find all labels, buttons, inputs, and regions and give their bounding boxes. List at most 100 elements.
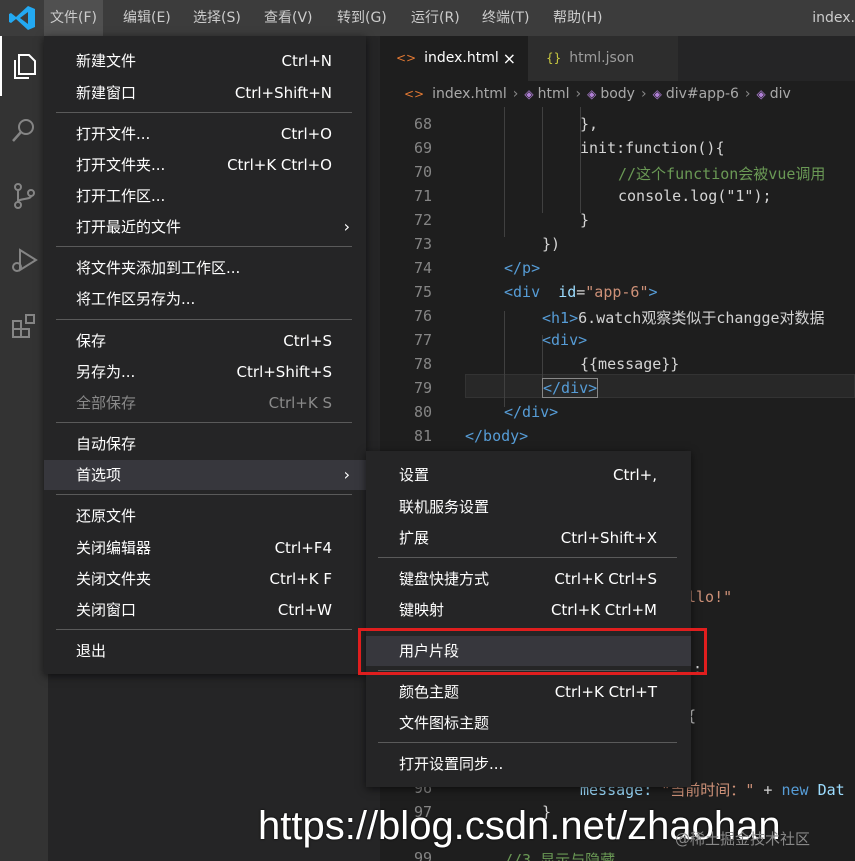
code-line: }) xyxy=(542,235,561,253)
line-number: 78 xyxy=(413,355,432,373)
menu-selection[interactable]: 选择(S) xyxy=(187,0,247,36)
chevron-right-icon: › xyxy=(343,217,350,236)
line-number: 68 xyxy=(413,115,432,133)
search-icon[interactable] xyxy=(10,116,38,144)
chevron-right-icon: › xyxy=(640,86,647,102)
menu-item-open-workspace[interactable]: 打开工作区... xyxy=(44,181,366,211)
menu-item-close-editor[interactable]: 关闭编辑器 Ctrl+F4 xyxy=(44,533,366,563)
cube-icon: ◈ xyxy=(756,87,766,101)
menu-item-close-window[interactable]: 关闭窗口 Ctrl+W xyxy=(44,595,366,625)
line-number: 70 xyxy=(413,163,432,181)
code-line: console.log("1"); xyxy=(618,187,772,205)
menu-item-online-services-settings[interactable]: 联机服务设置 xyxy=(366,492,691,522)
code-line: </div> xyxy=(542,378,599,398)
chevron-right-icon: › xyxy=(744,86,751,102)
line-number: 76 xyxy=(413,307,432,325)
menu-item-new-window[interactable]: 新建窗口 Ctrl+Shift+N xyxy=(44,78,366,108)
menu-item-settings[interactable]: 设置 Ctrl+, xyxy=(366,460,691,490)
line-number: 79 xyxy=(413,379,432,397)
code-line: </body> xyxy=(465,427,529,445)
menu-separator xyxy=(378,557,677,558)
cube-icon: ◈ xyxy=(652,87,662,101)
menu-item-save[interactable]: 保存 Ctrl+S xyxy=(44,326,366,356)
breadcrumb: <> index.html › ◈ html › ◈ body › ◈ div#app-6 › ◈ div xyxy=(380,81,855,107)
line-number: 74 xyxy=(413,259,432,277)
menu-file[interactable]: 文件(F) xyxy=(44,0,103,36)
breadcrumb-item[interactable]: html xyxy=(538,86,570,102)
extensions-icon[interactable] xyxy=(10,312,38,340)
menu-separator xyxy=(56,494,352,495)
menu-separator xyxy=(56,246,352,247)
menu-item-save-all: 全部保存 Ctrl+K S xyxy=(76,394,332,412)
menu-view[interactable]: 查看(V) xyxy=(258,0,319,36)
active-indicator xyxy=(0,36,2,96)
code-line: init:function(){ xyxy=(580,139,725,157)
breadcrumb-item[interactable]: body xyxy=(600,86,635,102)
menu-item-exit[interactable]: 退出 xyxy=(44,636,366,666)
menu-item-open-file[interactable]: 打开文件... Ctrl+O xyxy=(44,119,366,149)
menu-item-turn-on-settings-sync[interactable]: 打开设置同步... xyxy=(366,749,691,779)
menu-separator xyxy=(56,319,352,320)
line-number: 75 xyxy=(413,283,432,301)
menu-separator xyxy=(56,629,352,630)
menu-item-revert-file[interactable]: 还原文件 xyxy=(44,501,366,531)
breadcrumb-item[interactable]: div#app-6 xyxy=(666,86,739,102)
tab-label: index.html xyxy=(424,50,499,66)
menu-help[interactable]: 帮助(H) xyxy=(547,0,608,36)
cube-icon: ◈ xyxy=(587,87,597,101)
menu-item-open-recent[interactable]: 打开最近的文件 › xyxy=(44,212,366,242)
code-line: </div> xyxy=(504,403,559,421)
menu-item-keyboard-shortcuts[interactable]: 键盘快捷方式 Ctrl+K Ctrl+S xyxy=(366,564,691,594)
code-line: }, xyxy=(580,115,599,133)
breadcrumb-item[interactable]: index.html xyxy=(432,86,507,102)
menu-separator xyxy=(56,422,352,423)
chevron-right-icon: › xyxy=(343,465,350,484)
current-line-highlight xyxy=(465,374,855,398)
menu-go[interactable]: 转到(G) xyxy=(331,0,393,36)
breadcrumb-item[interactable]: div xyxy=(770,86,791,102)
menu-item-preferences[interactable]: 首选项 › xyxy=(44,460,366,490)
window-title: index. xyxy=(812,10,855,26)
json-file-icon: {} xyxy=(546,51,562,65)
menu-item-save-as[interactable]: 另存为... Ctrl+Shift+S xyxy=(44,357,366,387)
chevron-right-icon: › xyxy=(575,86,582,102)
code-line: <div id="app-6"> xyxy=(504,283,658,301)
cube-icon: ◈ xyxy=(524,87,534,101)
file-menu: 新建文件 Ctrl+N 新建窗口 Ctrl+Shift+N 打开文件... Ctrl+… xyxy=(44,36,366,674)
menu-item-color-theme[interactable]: 颜色主题 Ctrl+K Ctrl+T xyxy=(366,677,691,707)
menu-terminal[interactable]: 终端(T) xyxy=(476,0,535,36)
preferences-submenu: 设置 Ctrl+, 联机服务设置 扩展 Ctrl+Shift+X 键盘快捷方式 Ctr… xyxy=(366,451,691,787)
close-icon[interactable]: × xyxy=(503,36,516,81)
line-number: 72 xyxy=(413,211,432,229)
line-number: 99 xyxy=(413,849,432,861)
menu-run[interactable]: 运行(R) xyxy=(405,0,466,36)
code-fragment: llo!" xyxy=(687,588,733,606)
code-line: //这个function会被vue调用 xyxy=(618,165,826,183)
code-line: {{message}} xyxy=(580,355,680,373)
code-line: </p> xyxy=(504,259,541,277)
explorer-icon[interactable] xyxy=(10,52,38,80)
code-line: <h1>6.watch观察类似于changge对数据 xyxy=(542,309,825,327)
tab-html-json[interactable]: {} html.json xyxy=(528,36,678,81)
tab-index-html[interactable]: <> index.html × xyxy=(380,36,528,81)
menu-item-close-folder[interactable]: 关闭文件夹 Ctrl+K F xyxy=(44,564,366,594)
line-number: 71 xyxy=(413,187,432,205)
menu-edit[interactable]: 编辑(E) xyxy=(117,0,177,36)
menu-item-extensions[interactable]: 扩展 Ctrl+Shift+X xyxy=(366,523,691,553)
menu-item-add-folder-to-workspace[interactable]: 将文件夹添加到工作区... xyxy=(44,253,366,283)
menu-item-keymaps[interactable]: 键映射 Ctrl+K Ctrl+M xyxy=(366,595,691,625)
menu-separator xyxy=(56,112,352,113)
menu-item-auto-save[interactable]: 自动保存 xyxy=(44,429,366,459)
menu-item-file-icon-theme[interactable]: 文件图标主题 xyxy=(366,708,691,738)
menu-item-new-file[interactable]: 新建文件 Ctrl+N xyxy=(44,46,366,76)
source-control-icon[interactable] xyxy=(10,182,38,210)
html-file-icon: <> xyxy=(404,87,425,101)
run-debug-icon[interactable] xyxy=(10,246,38,274)
html-file-icon: <> xyxy=(396,51,417,65)
activity-bar xyxy=(0,36,48,861)
code-line: <div> xyxy=(542,331,588,349)
line-number: 69 xyxy=(413,139,432,157)
tab-bar: <> index.html × {} html.json xyxy=(380,36,855,81)
menu-item-open-folder[interactable]: 打开文件夹... Ctrl+K Ctrl+O xyxy=(44,150,366,180)
menu-item-save-workspace-as[interactable]: 将工作区另存为... xyxy=(44,284,366,314)
